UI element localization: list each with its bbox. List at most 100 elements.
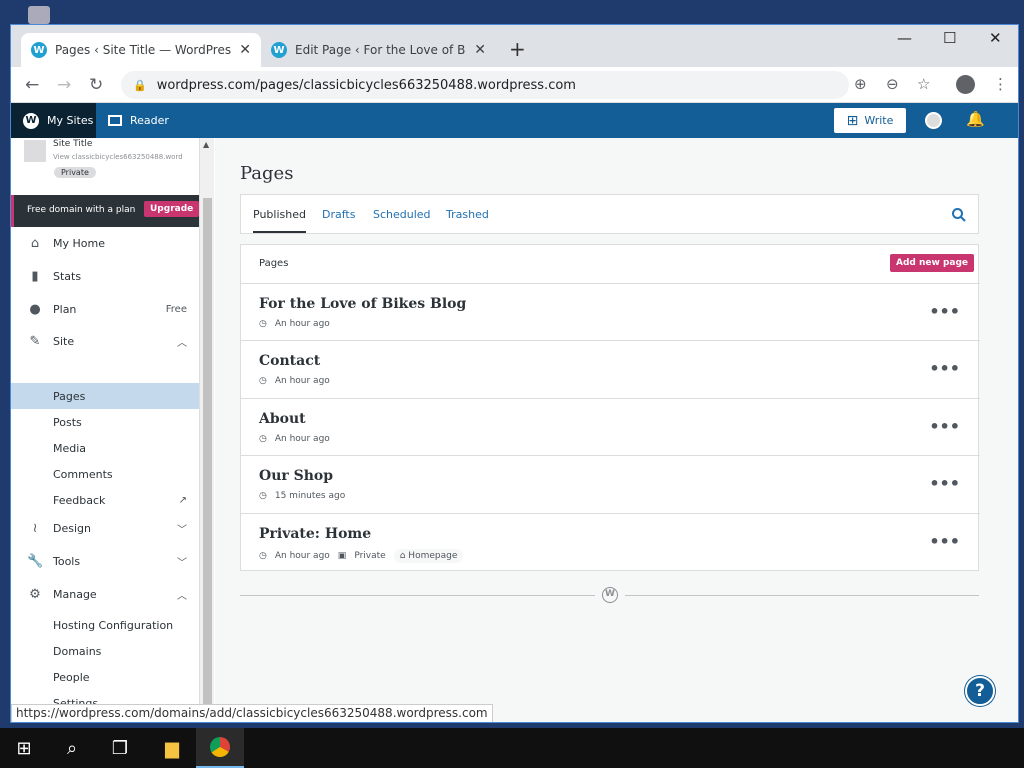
- help-button[interactable]: ?: [965, 676, 995, 706]
- section-nav: Published Drafts Scheduled Trashed: [240, 194, 979, 234]
- upgrade-banner: Free domain with a plan Upgrade: [11, 195, 199, 227]
- tab-edit-page[interactable]: WEdit Page ‹ For the Love of Bikes — Wor…: [261, 33, 496, 67]
- back-button[interactable]: ←: [25, 75, 39, 95]
- close-icon[interactable]: ✕: [239, 42, 251, 58]
- scroll-up-icon[interactable]: ▲: [203, 140, 209, 149]
- wp-masterbar: W My Sites Reader ⊞ Write 🔔: [11, 103, 1018, 138]
- sidebar-item-tools[interactable]: 🔧 Tools ﹀: [11, 548, 199, 574]
- sidebar-item-media[interactable]: Media: [11, 435, 199, 461]
- clock-icon: ◷: [259, 433, 267, 444]
- sidebar-item-site[interactable]: ✎ Site ︿: [11, 328, 199, 354]
- chevron-down-icon: ﹀: [177, 557, 187, 569]
- tab-trashed[interactable]: Trashed: [446, 208, 489, 221]
- page-row[interactable]: Private: Home ◷ An hour ago ▣ Private ⌂ Homep…: [241, 512, 980, 570]
- file-explorer-icon[interactable]: ▆: [148, 728, 196, 768]
- page-title-link[interactable]: Contact: [259, 353, 320, 369]
- plan-icon: ●: [29, 301, 41, 317]
- sidebar-item-feedback[interactable]: Feedback ↗: [11, 487, 199, 513]
- more-options-icon[interactable]: •••: [929, 417, 960, 436]
- sidebar-item-people[interactable]: People: [11, 664, 199, 690]
- wrench-icon: 🔧: [27, 553, 44, 569]
- sidebar-item-my-home[interactable]: ⌂ My Home: [11, 230, 199, 256]
- search-icon[interactable]: [951, 207, 967, 223]
- page-title: Pages: [240, 163, 294, 184]
- design-icon: ≀: [32, 520, 38, 536]
- more-options-icon[interactable]: •••: [929, 302, 960, 321]
- page-meta: ◷ An hour ago: [259, 433, 330, 444]
- page-row[interactable]: Our Shop ◷ 15 minutes ago •••: [241, 455, 980, 512]
- my-sites-button[interactable]: W My Sites: [11, 103, 96, 138]
- url-input[interactable]: 🔒 wordpress.com/pages/classicbicycles6632…: [121, 71, 849, 99]
- clock-icon: ◷: [259, 319, 267, 329]
- task-view-icon[interactable]: ❐: [96, 728, 144, 768]
- install-icon[interactable]: ⊕: [854, 75, 867, 93]
- sidebar-item-plan[interactable]: ● Plan Free: [11, 296, 199, 322]
- pages-list: Pages Add new page For the Love of Bikes…: [240, 244, 980, 571]
- reader-button[interactable]: Reader: [108, 103, 169, 138]
- profile-icon[interactable]: [956, 75, 975, 94]
- menu-icon[interactable]: ⋮: [993, 75, 1008, 93]
- close-window-button[interactable]: ✕: [989, 29, 1002, 47]
- sidebar-item-design[interactable]: ≀ Design ﹀: [11, 515, 199, 541]
- site-url[interactable]: View classicbicycles663250488.wordpress.…: [53, 153, 183, 161]
- page-title-link[interactable]: Private: Home: [259, 526, 371, 542]
- divider: [625, 595, 979, 596]
- tab-pages[interactable]: WPages ‹ Site Title — WordPress.com✕: [21, 33, 261, 67]
- start-button[interactable]: ⊞: [0, 728, 48, 768]
- bookmark-star-icon[interactable]: ☆: [917, 75, 930, 93]
- close-icon[interactable]: ✕: [474, 42, 486, 58]
- scrollbar-thumb[interactable]: [203, 198, 212, 708]
- page-title-link[interactable]: Our Shop: [259, 468, 333, 484]
- chrome-icon[interactable]: [196, 728, 244, 768]
- page-meta: ◷ An hour ago: [259, 319, 330, 329]
- search-icon[interactable]: ⌕: [48, 728, 96, 768]
- zoom-icon[interactable]: ⊖: [886, 75, 899, 93]
- more-options-icon[interactable]: •••: [929, 474, 960, 493]
- sidebar-item-posts[interactable]: Posts: [11, 409, 199, 435]
- more-options-icon[interactable]: •••: [929, 359, 960, 378]
- avatar[interactable]: [925, 112, 942, 129]
- new-tab-button[interactable]: +: [509, 37, 526, 61]
- stats-icon: ▮: [31, 268, 39, 284]
- more-options-icon[interactable]: •••: [929, 532, 960, 551]
- sidebar-item-domains[interactable]: Domains: [11, 638, 199, 664]
- gear-icon: ⚙: [29, 586, 41, 602]
- write-button[interactable]: ⊞ Write: [834, 108, 906, 133]
- page-meta: ◷ 15 minutes ago: [259, 491, 346, 502]
- write-icon: ⊞: [846, 112, 859, 129]
- tab-drafts[interactable]: Drafts: [322, 208, 355, 221]
- home-icon: ⌂: [399, 550, 406, 561]
- private-icon: ▣: [337, 550, 347, 561]
- sidebar: Site Title View classicbicycles663250488…: [11, 138, 200, 722]
- sidebar-item-hosting[interactable]: Hosting Configuration: [11, 612, 199, 638]
- chevron-down-icon: ﹀: [177, 524, 187, 536]
- site-title[interactable]: Site Title: [53, 139, 92, 149]
- wordpress-icon: W: [31, 42, 47, 58]
- add-new-page-button[interactable]: Add new page: [890, 254, 975, 272]
- page-row[interactable]: About ◷ An hour ago •••: [241, 397, 980, 455]
- upgrade-button[interactable]: Upgrade: [144, 201, 199, 217]
- sidebar-scrollbar[interactable]: ▲: [200, 138, 214, 722]
- maximize-button[interactable]: ☐: [943, 29, 956, 47]
- sidebar-item-comments[interactable]: Comments: [11, 461, 199, 487]
- page-row[interactable]: Contact ◷ An hour ago •••: [241, 340, 980, 397]
- sidebar-item-manage[interactable]: ⚙ Manage ︿: [11, 581, 199, 607]
- sidebar-item-pages[interactable]: Pages: [11, 383, 199, 409]
- wordpress-logo-icon: W: [602, 587, 618, 603]
- minimize-button[interactable]: —: [897, 29, 912, 47]
- reload-button[interactable]: ↻: [89, 75, 103, 95]
- sidebar-item-stats[interactable]: ▮ Stats: [11, 263, 199, 289]
- page-title-link[interactable]: For the Love of Bikes Blog: [259, 296, 466, 312]
- recycle-bin-icon[interactable]: [28, 6, 50, 24]
- notifications-bell-icon[interactable]: 🔔: [966, 110, 985, 128]
- wordpress-icon: W: [23, 112, 39, 129]
- page-title-link[interactable]: About: [259, 411, 306, 427]
- chevron-up-icon: ︿: [177, 590, 187, 602]
- home-icon: ⌂: [30, 235, 40, 251]
- tab-published[interactable]: Published: [253, 208, 306, 233]
- forward-button[interactable]: →: [57, 75, 71, 95]
- page-row[interactable]: For the Love of Bikes Blog ◷ An hour ago ••…: [241, 283, 980, 340]
- status-bar-url: https://wordpress.com/domains/add/classi…: [11, 704, 493, 722]
- tab-scheduled[interactable]: Scheduled: [373, 208, 431, 221]
- chevron-up-icon: ︿: [177, 337, 187, 349]
